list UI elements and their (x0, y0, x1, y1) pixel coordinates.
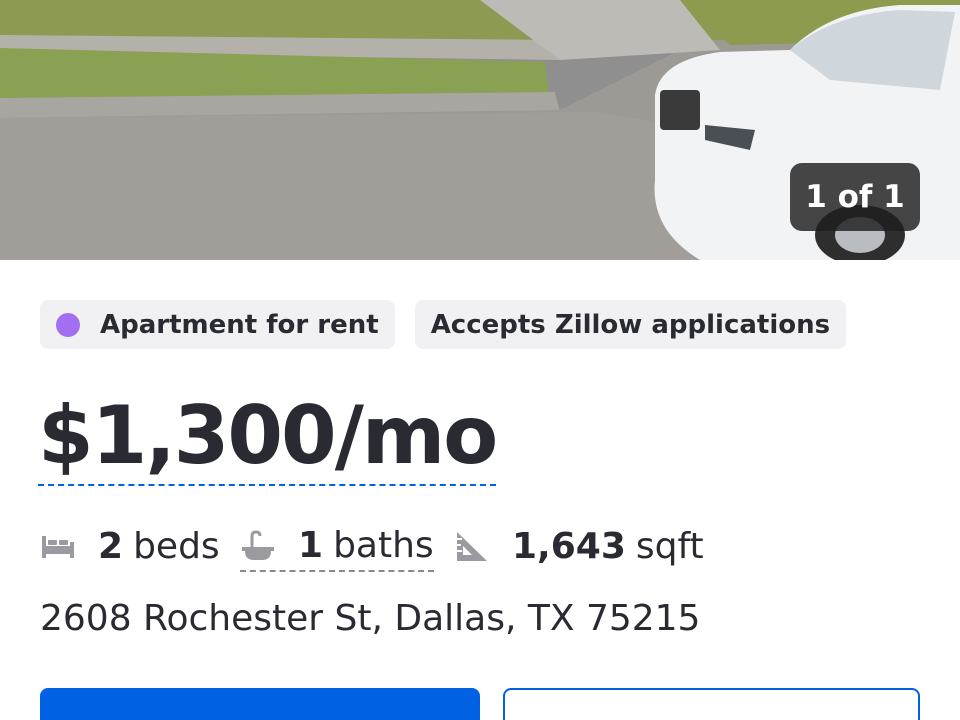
listing-photo[interactable]: 1 of 1 (0, 0, 960, 260)
baths-unit: baths (333, 524, 434, 566)
status-chip: Apartment for rent (40, 300, 395, 349)
secondary-action-button[interactable] (503, 688, 920, 720)
beds-value: 2 (98, 525, 124, 567)
price-link[interactable]: $1,300/mo (38, 388, 498, 486)
beds-unit: beds (133, 525, 220, 567)
applications-chip: Accepts Zillow applications (414, 300, 847, 349)
primary-action-button[interactable] (40, 688, 480, 720)
ruler-triangle-icon (457, 532, 487, 561)
listing-address: 2608 Rochester St, Dallas, TX 75215 (40, 598, 701, 639)
sqft-unit: sqft (635, 525, 704, 567)
bed-icon (42, 536, 74, 558)
sqft-fact: 1,643 sqft (454, 520, 704, 572)
status-dot-icon (56, 312, 80, 337)
listing-facts: 2 beds 1 baths 1,643 sqft (40, 520, 920, 576)
sqft-value: 1,643 (512, 525, 626, 567)
status-chip-label: Apartment for rent (100, 309, 379, 340)
photo-counter-badge: 1 of 1 (790, 163, 920, 231)
applications-chip-label: Accepts Zillow applications (430, 309, 831, 340)
listing-chips: Apartment for rent Accepts Zillow applic… (40, 300, 847, 349)
beds-fact: 2 beds (40, 520, 220, 572)
baths-fact[interactable]: 1 baths (240, 520, 434, 572)
baths-value: 1 (298, 524, 324, 566)
